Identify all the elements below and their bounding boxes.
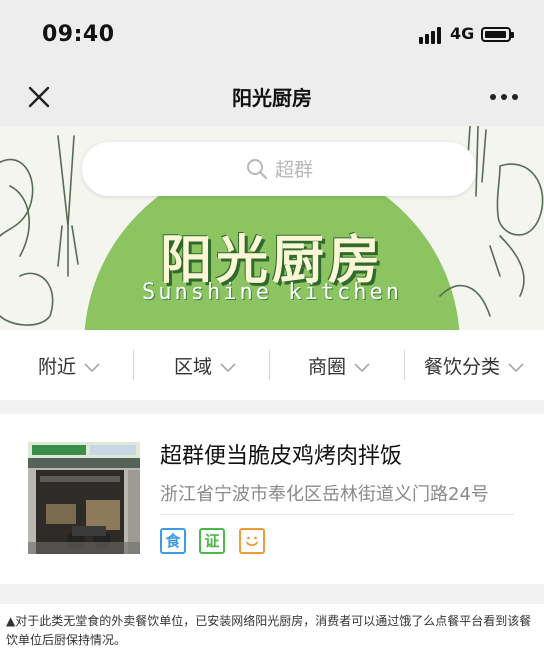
filter-label: 餐饮分类 [424, 356, 501, 378]
store-name: 超群便当脆皮鸡烤肉拌饭 [160, 444, 403, 469]
filter-bar: 附近 区域 商圈 餐饮分类 [0, 330, 544, 400]
network-label: 4G [450, 24, 475, 43]
store-address: 浙江省宁波市奉化区岳林街道义门路24号 [160, 484, 489, 505]
banner: 超群 阳光厨房 Sunshine kitchen [0, 126, 544, 330]
status-bar: 09:40 4G [0, 0, 544, 70]
filter-category[interactable]: 餐饮分类 [424, 352, 524, 380]
divider [133, 350, 134, 380]
filter-region[interactable]: 区域 [174, 352, 236, 380]
banner-subtitle: Sunshine kitchen [142, 280, 402, 305]
storefront-photo [28, 442, 140, 554]
page-title: 阳光厨房 [232, 86, 312, 110]
food-license-badge[interactable]: 食 [160, 528, 186, 554]
filter-label: 区域 [174, 356, 213, 378]
divider [160, 514, 514, 515]
chevron-down-icon [84, 362, 100, 372]
divider [404, 350, 405, 380]
signal-icon [419, 27, 443, 44]
divider [269, 350, 270, 380]
nav-bar: 阳光厨房 [0, 70, 544, 126]
filter-label: 附近 [38, 356, 77, 378]
battery-icon [481, 27, 514, 42]
search-placeholder: 超群 [274, 159, 313, 181]
chevron-down-icon [220, 362, 236, 372]
more-icon[interactable] [490, 92, 518, 102]
search-input[interactable]: 超群 [82, 142, 476, 196]
status-time: 09:40 [42, 22, 115, 47]
section-gap [0, 584, 544, 604]
filter-label: 商圈 [308, 356, 347, 378]
image-caption: ▲对于此类无堂食的外卖餐饮单位，已安装网络阳光厨房，消费者可以通过饿了么点餐平台… [6, 614, 532, 647]
smile-icon[interactable] [239, 528, 265, 554]
search-icon [245, 157, 269, 181]
filter-business-district[interactable]: 商圈 [308, 352, 370, 380]
list-item[interactable]: 超群便当脆皮鸡烤肉拌饭 浙江省宁波市奉化区岳林街道义门路24号 食 证 [0, 414, 544, 584]
certificate-badge[interactable]: 证 [199, 528, 225, 554]
chevron-down-icon [508, 362, 524, 372]
filter-nearby[interactable]: 附近 [38, 352, 100, 380]
section-gap [0, 400, 544, 414]
chevron-down-icon [354, 362, 370, 372]
